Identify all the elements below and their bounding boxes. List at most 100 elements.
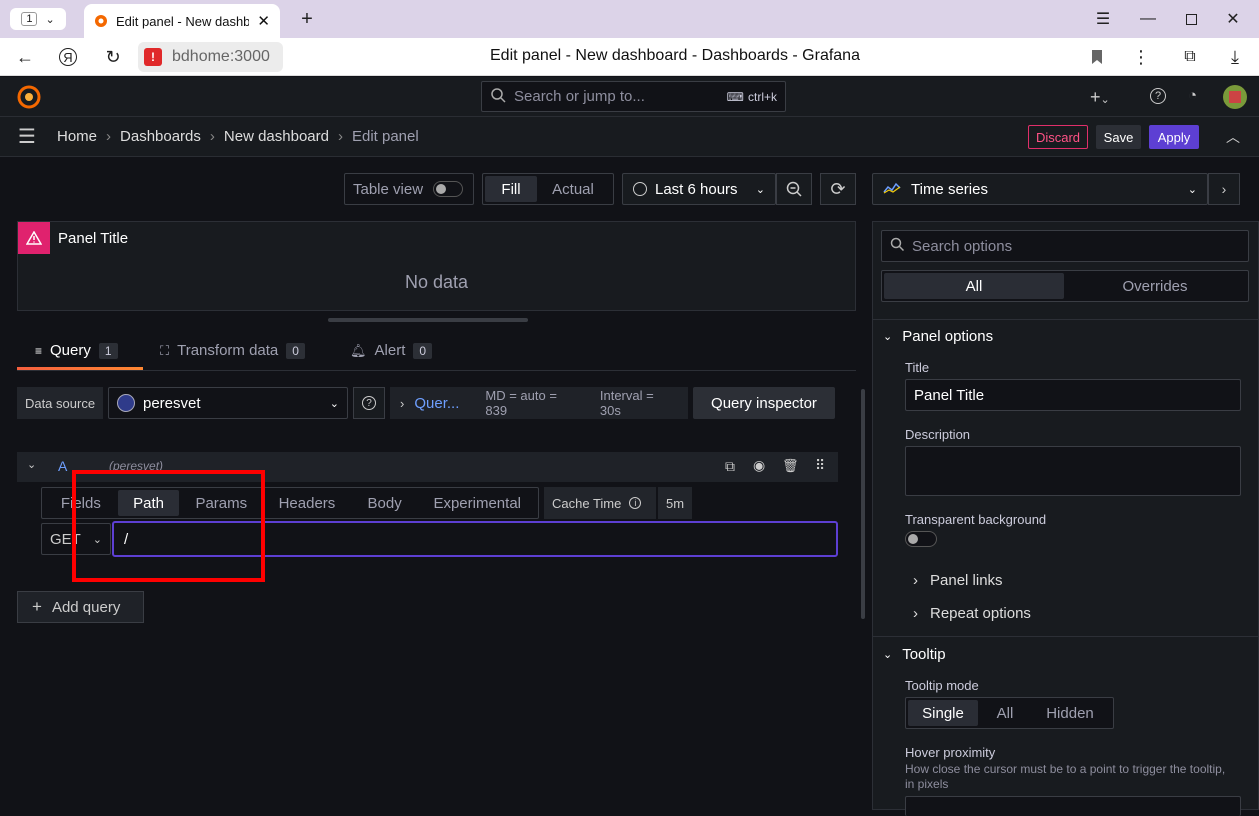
tooltip-mode-all[interactable]: All [978, 700, 1032, 726]
time-range-picker[interactable]: Last 6 hours ⌄ [622, 173, 776, 205]
chevron-right-icon: › [337, 128, 343, 145]
panel-preview: Panel Title No data [17, 221, 856, 311]
tab-transform[interactable]: ⛶ Transform data 0 [160, 342, 305, 359]
minimize-icon[interactable]: — [1137, 8, 1159, 30]
toggle-switch[interactable] [433, 181, 464, 197]
chevron-down-icon[interactable]: ⌄ [27, 458, 36, 471]
grafana-logo-icon[interactable] [17, 85, 41, 112]
chevron-right-icon[interactable]: › [1208, 173, 1240, 205]
search-options-input[interactable]: Search options [881, 230, 1249, 262]
datasource-label: Data source [17, 387, 103, 419]
menu-icon[interactable]: ☰ [1092, 8, 1114, 30]
search-placeholder: Search or jump to... [514, 88, 645, 105]
yandex-icon[interactable]: Я [56, 46, 80, 68]
tab-group-button[interactable]: 1 ⌄ [10, 8, 66, 30]
description-input[interactable] [905, 446, 1241, 496]
url-field[interactable]: ! bdhome:3000 [138, 42, 283, 72]
fill-option[interactable]: Fill [485, 176, 537, 202]
tab-headers[interactable]: Headers [263, 490, 351, 516]
duplicate-icon[interactable]: ⧉ [725, 458, 735, 475]
drag-handle-icon[interactable]: ⠿ [815, 457, 825, 474]
search-bar[interactable]: Search or jump to... ⌨ ctrl+k [481, 81, 786, 112]
title-label: Title [905, 360, 930, 375]
info-icon[interactable]: i [629, 497, 642, 509]
resize-handle[interactable] [328, 318, 528, 322]
breadcrumb-home[interactable]: Home [57, 128, 97, 145]
browser-tab[interactable]: Edit panel - New dashb ✕ [84, 4, 280, 38]
tooltip-section[interactable]: ⌄ Tooltip [883, 646, 946, 663]
search-icon [890, 237, 905, 255]
chevron-up-icon[interactable]: ︿ [1226, 127, 1240, 147]
tooltip-mode-hidden[interactable]: Hidden [1032, 700, 1108, 726]
breadcrumb-new-dashboard[interactable]: New dashboard [224, 128, 329, 145]
warning-icon: ! [144, 48, 162, 66]
add-menu-icon[interactable]: +⌄ [1090, 87, 1110, 108]
tab-alert[interactable]: 🔔︎ Alert 0 [350, 342, 433, 359]
all-option[interactable]: All [884, 273, 1064, 299]
tab-alert-label: Alert [374, 342, 406, 359]
chevron-down-icon: ⌄ [329, 397, 339, 410]
chevron-down-icon: ⌄ [45, 13, 55, 26]
window-close-icon[interactable]: ✕ [1222, 8, 1244, 30]
news-feed-icon[interactable]: ◔ [1188, 87, 1197, 104]
tab-query[interactable]: ≡ Query 1 [35, 342, 118, 359]
chevron-right-icon: › [913, 605, 918, 622]
discard-button[interactable]: Discard [1028, 125, 1088, 149]
options-pane: Search options All Overrides ⌄ Panel opt… [872, 221, 1259, 816]
breadcrumb-edit-panel: Edit panel [351, 128, 419, 145]
add-query-button[interactable]: + Add query [17, 591, 144, 623]
more-icon[interactable]: ⋮ [1132, 46, 1150, 68]
title-input[interactable]: Panel Title [905, 379, 1241, 411]
scrollbar[interactable] [861, 389, 865, 619]
hover-proximity-input[interactable] [905, 796, 1241, 816]
tab-query-label: Query [50, 342, 91, 359]
new-tab-icon[interactable]: + [296, 8, 318, 30]
overrides-option[interactable]: Overrides [1064, 273, 1246, 299]
repeat-options-label: Repeat options [930, 605, 1031, 622]
close-icon[interactable]: ✕ [257, 12, 270, 30]
tab-body[interactable]: Body [351, 490, 419, 516]
extensions-icon[interactable]: ⧉ [1178, 46, 1202, 68]
cache-time-value[interactable]: 5m [658, 487, 692, 519]
hamburger-menu-icon[interactable]: ☰ [18, 127, 36, 147]
eye-icon[interactable]: ◉ [753, 457, 765, 474]
zoom-out-icon[interactable] [776, 173, 812, 205]
table-view-toggle[interactable]: Table view [344, 173, 474, 205]
visualization-picker[interactable]: Time series ⌄ [872, 173, 1208, 205]
plus-icon: + [32, 597, 42, 616]
visualization-label: Time series [911, 180, 988, 198]
panel-title[interactable]: Panel Title [58, 230, 128, 247]
help-icon[interactable]: ? [353, 387, 385, 419]
fill-actual-switch: Fill Actual [482, 173, 614, 205]
query-options-toggle[interactable]: › Quer... MD = auto = 839 Interval = 30s [390, 387, 688, 419]
address-bar: ← Я ↻ ! bdhome:3000 Edit panel - New das… [0, 38, 1259, 76]
avatar[interactable] [1223, 85, 1247, 109]
repeat-options-section[interactable]: › Repeat options [913, 605, 1031, 622]
transparent-toggle[interactable] [905, 531, 937, 547]
actual-option[interactable]: Actual [537, 176, 609, 202]
datasource-picker[interactable]: peresvet ⌄ [108, 387, 348, 419]
all-overrides-switch: All Overrides [881, 270, 1249, 302]
divider [873, 636, 1258, 637]
refresh-icon[interactable]: ⟳ [820, 173, 856, 205]
apply-button[interactable]: Apply [1149, 125, 1199, 149]
help-icon[interactable]: ? [1150, 88, 1166, 104]
download-icon[interactable]: ⤓ [1224, 46, 1246, 68]
save-button[interactable]: Save [1096, 125, 1141, 149]
tab-counter: 1 [21, 12, 38, 26]
maximize-icon[interactable] [1180, 8, 1202, 30]
max-data-points: MD = auto = 839 [485, 388, 557, 418]
query-ref[interactable]: A [58, 458, 67, 474]
tab-experimental[interactable]: Experimental [418, 490, 536, 516]
trash-icon[interactable]: 🗑︎ [782, 458, 799, 474]
back-icon[interactable]: ← [14, 46, 36, 68]
bookmark-icon[interactable] [1088, 47, 1106, 67]
query-inspector-button[interactable]: Query inspector [693, 387, 835, 419]
alert-triangle-icon[interactable] [18, 222, 50, 254]
tab-transform-label: Transform data [177, 342, 279, 359]
tooltip-mode-single[interactable]: Single [908, 700, 978, 726]
breadcrumb-dashboards[interactable]: Dashboards [120, 128, 201, 145]
panel-options-section[interactable]: ⌄ Panel options [883, 328, 993, 345]
reload-icon[interactable]: ↻ [102, 46, 124, 68]
panel-links-section[interactable]: › Panel links [913, 572, 1003, 589]
